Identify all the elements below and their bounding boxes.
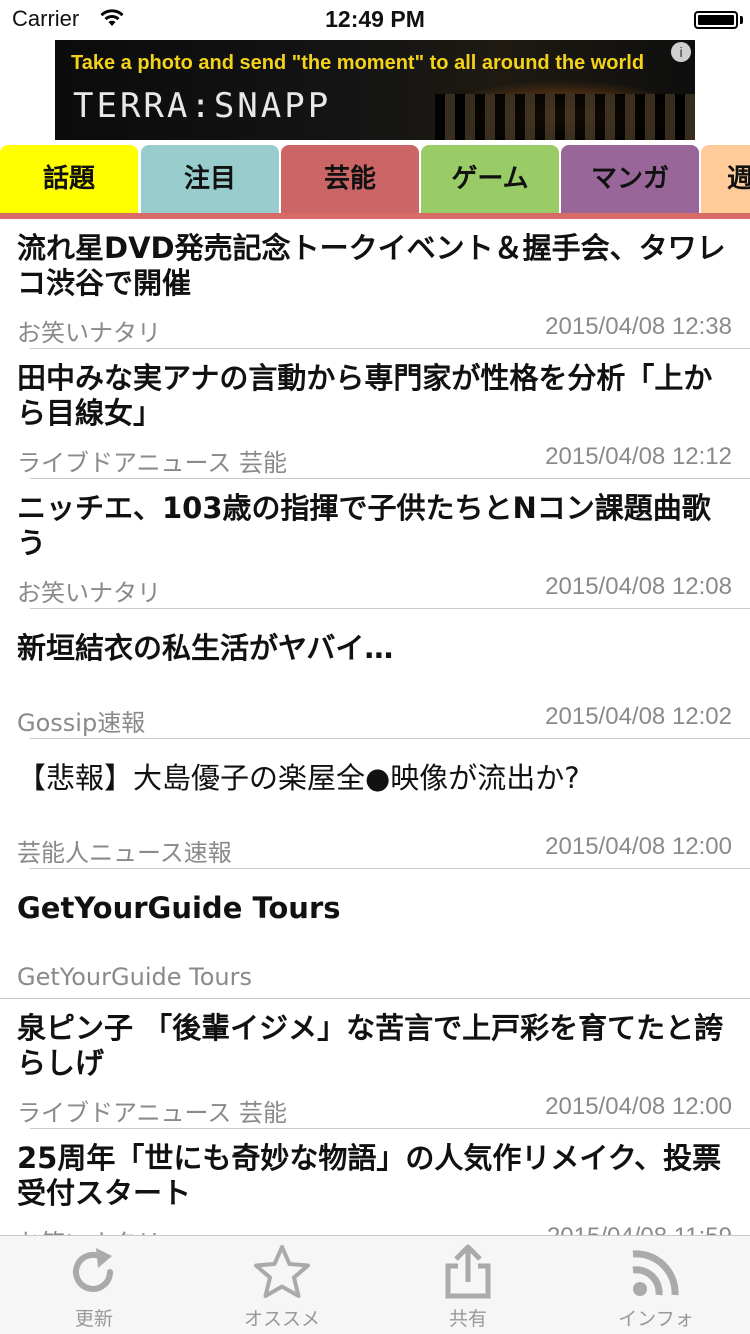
article-source: ライブドアニュース 芸能 [17, 449, 287, 477]
list-item[interactable]: 泉ピン子 「後輩イジメ」な苦言で上戸彩を育てたと誇らしげ ライブドアニュース 芸… [0, 999, 750, 1129]
tab-label: 芸能 [323, 164, 376, 194]
rss-icon [632, 1250, 679, 1296]
ad-brand-logo: TERRA:SNAPP [73, 86, 332, 126]
tab-label: 注目 [183, 164, 236, 194]
article-list: 流れ星DVD発売記念トークイベント＆握手会、タワレコ渋谷で開催 お笑いナタリ 2… [0, 219, 750, 1259]
tab-label: マンガ [590, 164, 669, 194]
article-source: お笑いナタリ [17, 319, 161, 347]
battery-tip [740, 16, 743, 24]
tab-attention[interactable]: 注目 [141, 145, 279, 213]
tab-entertainment[interactable]: 芸能 [281, 145, 419, 213]
article-title: ニッチエ、103歳の指揮で子供たちとNコン課題曲歌う [17, 491, 711, 560]
ad-info-icon[interactable]: i [671, 42, 691, 62]
list-item[interactable]: 新垣結衣の私生活がヤバイ… Gossip速報 2015/04/08 12:02 [0, 609, 750, 739]
article-source: 芸能人ニュース速報 [17, 839, 232, 867]
article-source: ライブドアニュース 芸能 [17, 1099, 287, 1127]
battery-icon [694, 11, 738, 29]
tab-game[interactable]: ゲーム [421, 145, 559, 213]
recommend-button[interactable]: オススメ [222, 1242, 342, 1331]
info-label: インフォ [618, 1308, 694, 1330]
list-item[interactable]: ニッチエ、103歳の指揮で子供たちとNコン課題曲歌う お笑いナタリ 2015/0… [0, 479, 750, 609]
refresh-label: 更新 [74, 1308, 113, 1330]
tab-label: 話題 [42, 164, 95, 194]
share-icon [445, 1244, 491, 1299]
article-title: 新垣結衣の私生活がヤバイ… [17, 631, 394, 665]
list-item[interactable]: 流れ星DVD発売記念トークイベント＆握手会、タワレコ渋谷で開催 お笑いナタリ 2… [0, 219, 750, 349]
info-button[interactable]: インフォ [596, 1242, 716, 1331]
article-source: Gossip速報 [17, 709, 146, 737]
bottom-toolbar: 更新 オススメ 共有 インフォ [0, 1235, 750, 1334]
article-source: GetYourGuide Tours [17, 963, 252, 991]
article-title: GetYourGuide Tours [17, 891, 341, 925]
ad-filmstrip [435, 94, 695, 140]
refresh-icon [73, 1248, 113, 1292]
article-source: お笑いナタリ [17, 579, 161, 607]
article-title: 25周年「世にも奇妙な物語」の人気作リメイク、投票受付スタート [17, 1141, 722, 1210]
article-date: 2015/04/08 12:38 [545, 313, 732, 340]
tab-manga[interactable]: マンガ [561, 145, 699, 213]
ad-tagline: Take a photo and send "the moment" to al… [71, 52, 645, 74]
tab-label: 週 [727, 164, 750, 194]
article-date: 2015/04/08 12:00 [545, 1093, 732, 1120]
refresh-button[interactable]: 更新 [34, 1242, 154, 1331]
list-item[interactable]: 田中みな実アナの言動から専門家が性格を分析「上から目線女」 ライブドアニュース … [0, 349, 750, 479]
recommend-label: オススメ [243, 1308, 320, 1330]
article-date: 2015/04/08 12:12 [545, 443, 732, 470]
category-tabs: 話題 注目 芸能 ゲーム マンガ 週 [0, 145, 750, 215]
article-date: 2015/04/08 12:02 [545, 703, 732, 730]
tab-topics[interactable]: 話題 [0, 145, 138, 213]
article-title: 流れ星DVD発売記念トークイベント＆握手会、タワレコ渋谷で開催 [17, 231, 726, 300]
tab-weekly[interactable]: 週 [701, 145, 750, 213]
article-date: 2015/04/08 12:00 [545, 833, 732, 860]
share-label: 共有 [448, 1308, 487, 1330]
ad-banner[interactable]: Take a photo and send "the moment" to al… [55, 40, 695, 140]
list-item[interactable]: 【悲報】大島優子の楽屋全●映像が流出か? 芸能人ニュース速報 2015/04/0… [0, 739, 750, 869]
article-title: 田中みな実アナの言動から専門家が性格を分析「上から目線女」 [17, 361, 713, 430]
tab-label: ゲーム [451, 164, 529, 194]
status-time: 12:49 PM [325, 6, 425, 32]
ad-list-item[interactable]: GetYourGuide Tours GetYourGuide Tours [0, 869, 750, 999]
article-title: 泉ピン子 「後輩イジメ」な苦言で上戸彩を育てたと誇らしげ [17, 1011, 724, 1080]
share-button[interactable]: 共有 [408, 1242, 528, 1331]
article-date: 2015/04/08 12:08 [545, 573, 732, 600]
star-icon [254, 1245, 310, 1298]
status-bar: Carrier 12:49 PM [0, 0, 750, 40]
article-title: 【悲報】大島優子の楽屋全●映像が流出か? [17, 761, 580, 795]
